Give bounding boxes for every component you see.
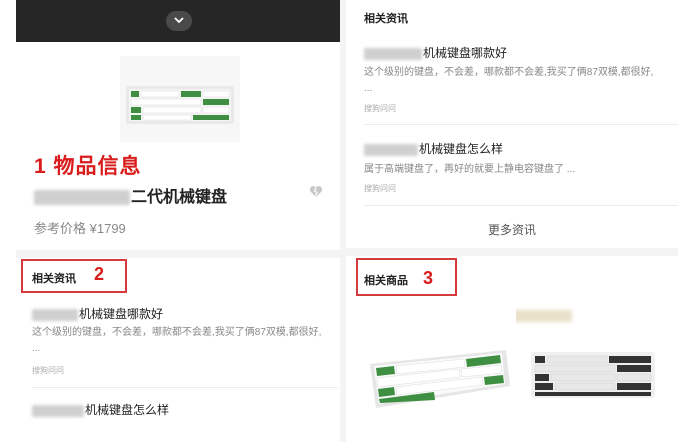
divider (32, 387, 338, 388)
left-screenshot: 1 物品信息 二代机械键盘 参考价格 ¥1799 相关资讯 2 机械键盘哪款好 … (0, 0, 340, 442)
news-item-summary: 这个级别的键盘，不会差，哪款都不会差,我买了俩87双模,都很好, ... (32, 327, 322, 354)
news-item-title[interactable]: 机械键盘怎么样 (364, 140, 503, 157)
annotation-3: 3 (423, 268, 434, 288)
news-item-summary: 这个级别的键盘，不会差，哪款都不会差,我买了俩87双模,都很好, ... (364, 67, 654, 94)
news-item-source: 搜狗问问 (364, 104, 396, 113)
redacted-text (34, 190, 130, 206)
right-screenshot: 相关资讯 机械键盘哪款好 这个级别的键盘，不会差，哪款都不会差,我买了俩87双模… (346, 0, 678, 442)
redacted-text (364, 47, 422, 60)
heart-broken-icon[interactable] (309, 185, 323, 198)
news-item-source: 搜狗问问 (32, 366, 64, 375)
news-item-title[interactable]: 机械键盘哪款好 (32, 305, 163, 322)
related-product-image-2[interactable] (522, 330, 664, 416)
chevron-down-icon (174, 17, 184, 24)
section-label-products: 相关商品 (364, 275, 408, 287)
news-item-title[interactable]: 机械键盘哪款好 (364, 44, 507, 61)
redacted-text (512, 310, 572, 322)
top-bar (16, 0, 340, 42)
divider (364, 205, 678, 206)
redacted-text (32, 404, 84, 417)
redacted-text (364, 143, 418, 156)
keyboard-image (531, 352, 655, 398)
keyboard-image (126, 86, 234, 124)
news-item-source: 搜狗问问 (364, 184, 396, 193)
product-image[interactable] (120, 56, 240, 142)
redacted-text (32, 308, 78, 321)
more-news-link[interactable]: 更多资讯 (346, 221, 678, 238)
product-title: 二代机械键盘 (34, 183, 227, 207)
news-item-summary: 属于高端键盘了，再好的就要上静电容键盘了 ... (364, 164, 576, 175)
section-label-news: 相关资讯 (32, 273, 76, 285)
annotation-2: 2 (94, 264, 105, 284)
annotation-1: 1 物品信息 (34, 155, 142, 178)
divider (364, 124, 678, 125)
section-divider (16, 250, 340, 258)
section-label-news: 相关资讯 (364, 13, 408, 25)
related-product-image-1[interactable] (360, 306, 516, 424)
price: 参考价格 ¥1799 (34, 221, 126, 236)
keyboard-image (370, 350, 510, 408)
collapse-button[interactable] (166, 11, 192, 31)
section-divider (346, 248, 678, 256)
news-item-title[interactable]: 机械键盘怎么样 (32, 401, 169, 418)
